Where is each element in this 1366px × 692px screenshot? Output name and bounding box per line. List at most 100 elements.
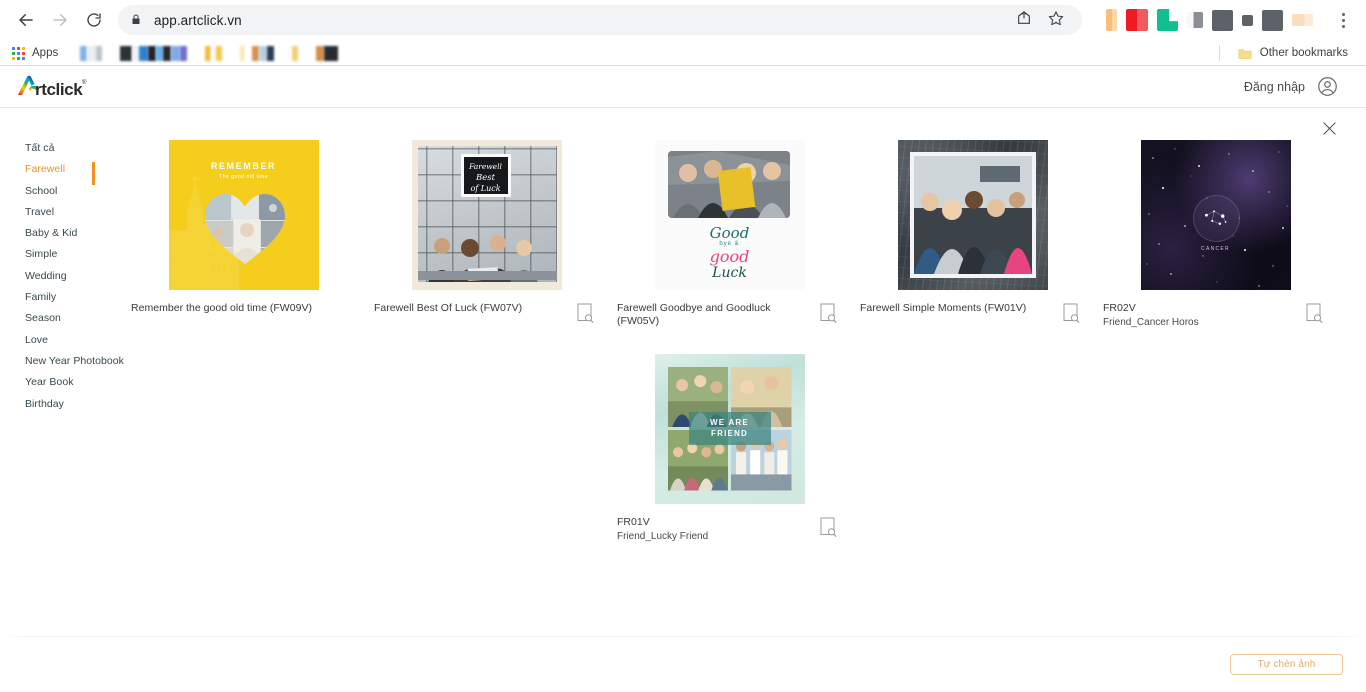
thumbnail-cancer-horoscope[interactable]: CANCER — [1140, 139, 1291, 290]
artclick-logo-mark: rtclick ® — [18, 75, 87, 99]
category-sidebar: Tất cả Farewell School Travel Baby & Kid… — [0, 138, 124, 544]
bookmark-star-button[interactable] — [1042, 6, 1070, 34]
user-avatar-icon[interactable] — [1317, 76, 1338, 97]
card-title: Farewell Best Of Luck (FW07V) — [374, 302, 523, 314]
thumbnail-slot[interactable]: REMEMBER The good old time — [122, 138, 365, 291]
preview-magnifier-icon[interactable] — [1063, 303, 1080, 324]
thumbnail-lucky-friend[interactable]: WE ARE FRIEND — [654, 353, 805, 504]
extension-icon-6[interactable] — [1242, 14, 1253, 26]
forward-button[interactable] — [44, 4, 76, 36]
card-title: Remember the good old time (FW09V) — [131, 302, 312, 314]
sidebar-item-baby-kid[interactable]: Baby & Kid — [25, 223, 120, 244]
folder-icon — [1238, 47, 1252, 60]
template-card-fw07v[interactable]: Farewell Best of Luck Farewell Best Of L… — [365, 138, 608, 330]
thumbnail-slot[interactable]: CANCER — [1094, 138, 1337, 291]
preview-magnifier-icon[interactable] — [820, 303, 837, 324]
sidebar-item-simple[interactable]: Simple — [25, 244, 120, 265]
template-card-fw01v[interactable]: Farewell Simple Moments (FW01V) — [851, 138, 1094, 330]
other-bookmarks-label[interactable]: Other bookmarks — [1260, 47, 1348, 59]
card-subtitle: Friend_Lucky Friend — [617, 531, 709, 542]
bookmark-item-2[interactable] — [120, 45, 188, 61]
thumbnail-slot[interactable]: Good bye & good Luck — [608, 138, 851, 291]
thumbnail-simple-moments[interactable] — [897, 139, 1048, 290]
extension-icon-8[interactable] — [1292, 14, 1313, 26]
share-icon — [1016, 10, 1032, 31]
share-button[interactable] — [1010, 6, 1038, 34]
three-dot-menu-icon[interactable] — [1330, 12, 1356, 28]
extension-icon-3[interactable] — [1157, 9, 1178, 31]
extension-icon-5[interactable] — [1212, 9, 1233, 31]
thumbnail-remember[interactable]: REMEMBER The good old time — [168, 139, 319, 290]
extension-icon-4[interactable] — [1187, 12, 1203, 28]
sidebar-item-school[interactable]: School — [25, 181, 120, 202]
artclick-logo[interactable]: rtclick ® — [16, 74, 88, 100]
bookmark-item-5[interactable] — [292, 45, 299, 61]
login-label[interactable]: Đăng nhập — [1244, 80, 1305, 94]
chalk-line-2: Best — [475, 172, 496, 183]
sidebar-item-tat-ca[interactable]: Tất cả — [25, 138, 120, 159]
group-selfie-photo — [913, 155, 1032, 274]
template-card-fr01v[interactable]: WE ARE FRIEND FR01V Friend_Lucky Friend — [608, 352, 851, 544]
lettering-line-2: bye & — [719, 240, 740, 247]
template-card-fw05v[interactable]: Good bye & good Luck Farewell Goodbye an… — [608, 138, 851, 330]
sidebar-item-family[interactable]: Family — [25, 287, 120, 308]
sidebar-item-year-book[interactable]: Year Book — [25, 372, 120, 393]
label-line-1: WE ARE — [710, 418, 749, 427]
thumbnail-goodbye-goodluck[interactable]: Good bye & good Luck — [654, 139, 805, 290]
preview-magnifier-icon[interactable] — [577, 303, 594, 324]
bookmark-item-4[interactable] — [240, 45, 275, 61]
bookmark-item-1[interactable] — [80, 45, 103, 61]
zodiac-sign-label: CANCER — [1201, 245, 1230, 252]
sidebar-item-farewell[interactable]: Farewell — [25, 159, 120, 180]
lettering-line-3: good — [709, 246, 750, 266]
cancer-constellation-emblem — [1192, 194, 1240, 242]
footer-bar: Tự chèn ảnh — [0, 637, 1366, 692]
sidebar-item-new-year-photobook[interactable]: New Year Photobook — [25, 351, 124, 372]
close-panel-button[interactable] — [1316, 118, 1342, 144]
sidebar-item-birthday[interactable]: Birthday — [25, 394, 120, 415]
address-bar[interactable]: app.artclick.vn — [118, 5, 1082, 35]
template-card-fw09v[interactable]: REMEMBER The good old time Remember the … — [122, 138, 365, 330]
thumbnail-slot[interactable]: Farewell Best of Luck — [365, 138, 608, 291]
card-title: Farewell Simple Moments (FW01V) — [860, 302, 1027, 314]
desk-surface — [417, 270, 557, 280]
sidebar-item-season[interactable]: Season — [25, 308, 120, 329]
sidebar-item-travel[interactable]: Travel — [25, 202, 120, 223]
back-button[interactable] — [10, 4, 42, 36]
apps-label[interactable]: Apps — [32, 47, 58, 59]
sidebar-item-wedding[interactable]: Wedding — [25, 266, 120, 287]
preview-magnifier-icon[interactable] — [1306, 303, 1323, 324]
reload-button[interactable] — [78, 4, 110, 36]
office-photo: Farewell Best of Luck — [417, 145, 557, 282]
constellation-lines — [1204, 209, 1226, 225]
thumbnail-slot[interactable]: WE ARE FRIEND — [608, 352, 851, 505]
goodbye-lettering: Good bye & good Luck — [655, 223, 805, 281]
back-arrow-icon — [17, 11, 35, 29]
extension-icon-1[interactable] — [1106, 9, 1117, 31]
apps-grid-icon[interactable] — [12, 46, 25, 60]
card-meta: FR02V Friend_Cancer Horos — [1094, 291, 1337, 330]
heart-photo-collage — [204, 193, 285, 264]
insert-photo-button[interactable]: Tự chèn ảnh — [1230, 654, 1343, 675]
template-card-fr02v[interactable]: CANCER FR02V Friend_Cancer Horos — [1094, 138, 1337, 330]
preview-magnifier-icon[interactable] — [820, 517, 837, 538]
lettering-line-4: Luck — [712, 264, 747, 281]
bookmarks-bar: Apps Other bookmarks — [0, 40, 1366, 66]
bookmarks-divider — [1218, 45, 1220, 61]
bookmark-item-3[interactable] — [205, 45, 223, 61]
card-meta: Farewell Best Of Luck (FW07V) — [365, 291, 608, 324]
thumbnail-slot[interactable] — [851, 138, 1094, 291]
browser-toolbar: app.artclick.vn — [0, 0, 1366, 40]
bookmark-item-6[interactable] — [316, 45, 339, 61]
chalk-line-1: Farewell — [469, 161, 502, 171]
label-line-2: FRIEND — [711, 429, 748, 438]
lettering-line-1: Good — [709, 223, 750, 242]
extension-icon-2[interactable] — [1126, 9, 1148, 31]
thumb-title-text: REMEMBER — [210, 160, 277, 171]
sidebar-item-love[interactable]: Love — [25, 330, 120, 351]
extension-icon-7[interactable] — [1262, 9, 1283, 31]
template-grid: REMEMBER The good old time Remember the … — [120, 138, 1346, 544]
reload-icon — [86, 12, 102, 28]
group-photo — [667, 150, 790, 218]
thumbnail-best-of-luck[interactable]: Farewell Best of Luck — [411, 139, 562, 290]
